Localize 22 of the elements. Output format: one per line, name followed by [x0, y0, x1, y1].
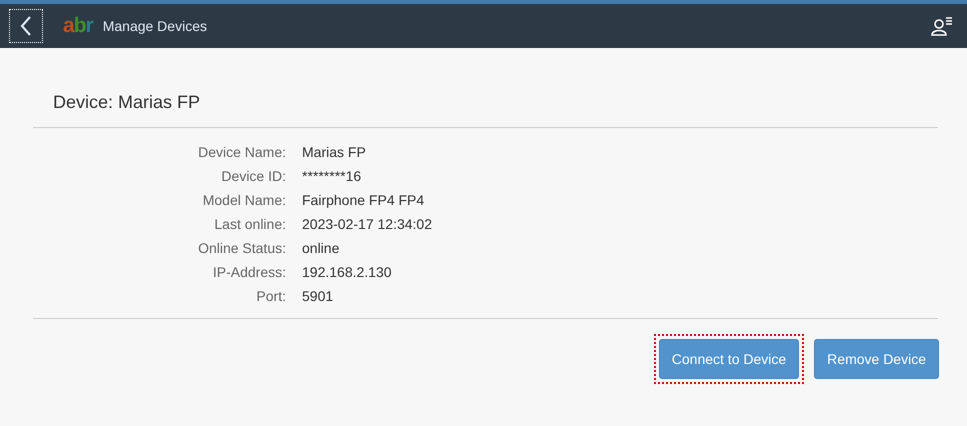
field-label: Device Name: [197, 143, 286, 161]
user-menu-icon[interactable] [931, 15, 953, 37]
field-label: Port: [255, 287, 286, 305]
field-label: Device ID: [220, 167, 286, 185]
field-value: Marias FP [302, 143, 367, 161]
field-label: Online Status: [197, 239, 286, 257]
back-button[interactable] [9, 9, 43, 43]
field-label: IP-Address: [212, 263, 286, 281]
field-value: 2023-02-17 12:34:02 [302, 215, 433, 233]
device-title: Device: Marias FP [52, 91, 202, 114]
back-icon [20, 15, 32, 37]
field-value: Fairphone FP4 FP4 [302, 191, 426, 209]
page-title: Manage Devices [102, 18, 207, 34]
field-label: Last online: [213, 215, 286, 233]
action-button[interactable]: Remove Device [814, 339, 939, 379]
field-value: ********16 [302, 167, 362, 185]
field-value: online [302, 239, 340, 257]
action-button[interactable]: Connect to Device [658, 339, 800, 379]
field-label: Model Name: [202, 191, 286, 209]
field-value: 5901 [302, 287, 334, 305]
field-value: 192.168.2.130 [302, 263, 393, 281]
logo: abr [63, 14, 93, 38]
